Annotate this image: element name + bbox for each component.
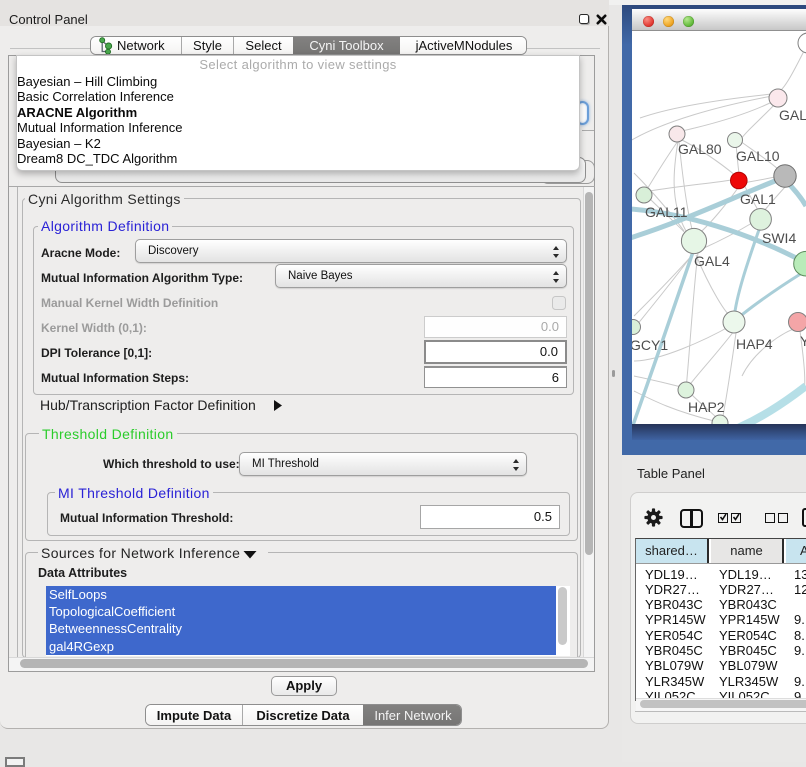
svg-text:HAP4: HAP4	[736, 336, 773, 352]
svg-text:GAL10: GAL10	[736, 148, 780, 164]
svg-text:GAL80: GAL80	[779, 107, 806, 123]
svg-text:Y: Y	[800, 333, 806, 349]
svg-text:GAL1: GAL1	[740, 191, 776, 207]
svg-text:GAL11: GAL11	[645, 204, 688, 220]
svg-text:GCY1: GCY1	[632, 337, 668, 353]
svg-text:SWI4: SWI4	[762, 230, 796, 246]
svg-text:HAP2: HAP2	[688, 399, 725, 415]
svg-text:GAL80: GAL80	[678, 141, 722, 157]
svg-text:GAL4: GAL4	[694, 253, 730, 269]
